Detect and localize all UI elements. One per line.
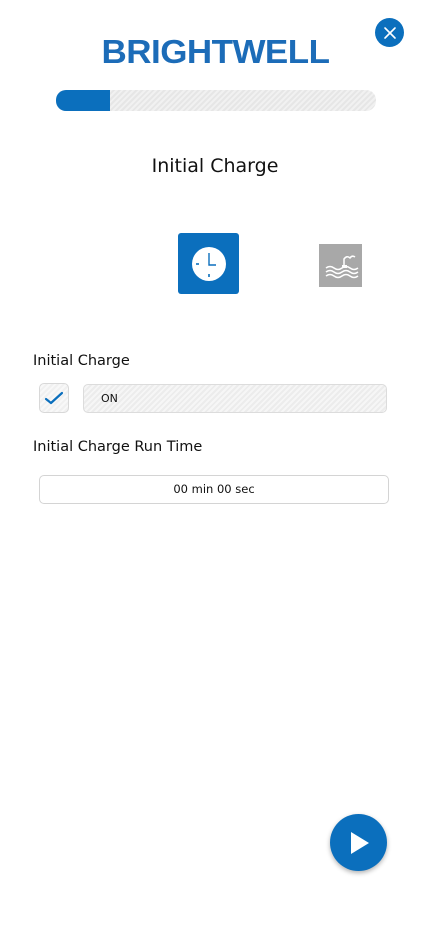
brand-logo: BRIGHTWELL <box>0 33 430 71</box>
next-button[interactable] <box>330 814 387 871</box>
initial-charge-label: Initial Charge <box>33 353 130 369</box>
run-time-label: Initial Charge Run Time <box>33 439 203 455</box>
progress-bar <box>56 90 376 111</box>
initial-charge-checkbox[interactable] <box>39 383 69 413</box>
step-icon-water-tank[interactable] <box>319 244 362 287</box>
initial-charge-status-field: ON <box>83 384 387 413</box>
water-tank-icon <box>325 254 358 278</box>
initial-charge-screen: BRIGHTWELL Initial Charge Initial Charge… <box>0 0 430 932</box>
run-time-field[interactable]: 00 min 00 sec <box>39 475 389 504</box>
logo-text: BRIGHTWELL <box>101 33 329 70</box>
progress-fill <box>56 90 111 111</box>
checkmark-icon <box>44 391 64 405</box>
step-icon-clock[interactable] <box>178 233 239 294</box>
play-icon <box>350 831 369 854</box>
page-title: Initial Charge <box>151 155 279 177</box>
clock-icon <box>191 246 226 281</box>
